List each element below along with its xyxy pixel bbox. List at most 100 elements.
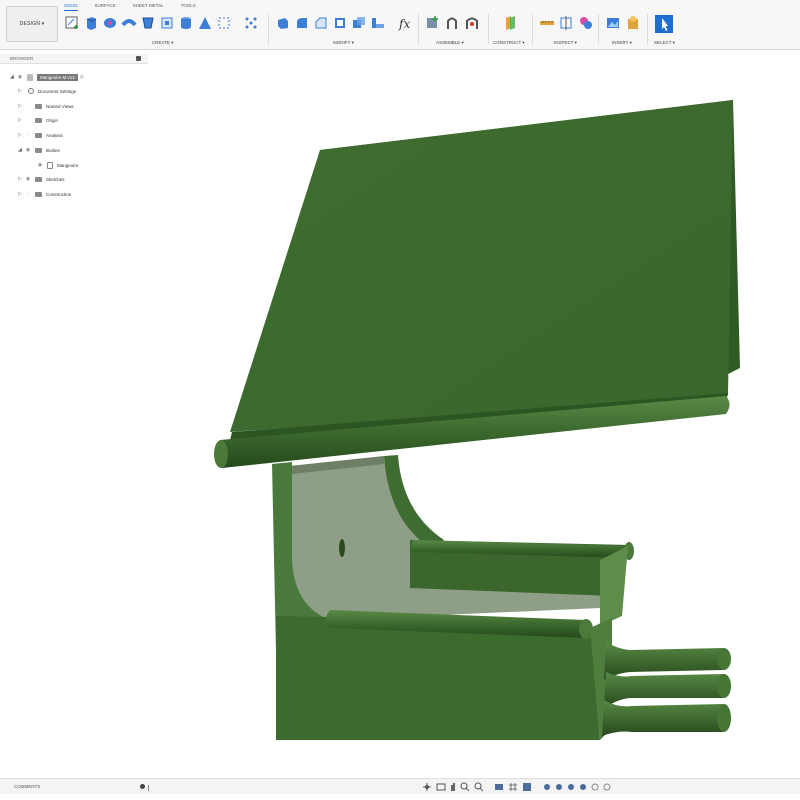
tree-item-construction[interactable]: ▷ ◌ Construction	[18, 189, 71, 199]
tree-item-document-settings[interactable]: ▷ Document Settings	[18, 86, 76, 96]
tree-item-label: Mangeoire	[57, 162, 79, 168]
canvas-viewport[interactable]	[0, 50, 800, 776]
tab-sheet-metal[interactable]: SHEET METAL	[133, 3, 164, 11]
folder-icon	[35, 103, 42, 109]
insert-image-icon[interactable]	[605, 15, 621, 31]
folder-icon	[35, 147, 42, 153]
orbit-icon[interactable]	[422, 782, 432, 792]
grid-snap-icon[interactable]	[508, 782, 518, 792]
document-icon	[27, 73, 33, 81]
display-settings-icon[interactable]	[494, 782, 504, 792]
revolve-icon[interactable]	[102, 15, 118, 31]
extrude-icon[interactable]	[83, 15, 99, 31]
tree-item-label: Construction	[46, 191, 72, 197]
render-dot-6-icon[interactable]	[602, 782, 612, 792]
toolbar: DESIGN ▾ SOLID SURFACE SHEET METAL TOOLS…	[0, 0, 800, 50]
pin-icon[interactable]	[136, 56, 141, 61]
tab-tools[interactable]: TOOLS	[181, 3, 196, 11]
fillet-icon[interactable]	[294, 15, 310, 31]
tree-item-analysis[interactable]: ▷ ◌ Analysis	[18, 130, 63, 140]
folder-icon	[35, 191, 42, 197]
zoom-icon[interactable]	[460, 782, 470, 792]
fusion-window: DESIGN ▾ SOLID SURFACE SHEET METAL TOOLS…	[0, 0, 800, 800]
create-menu[interactable]: CREATE ▾	[152, 40, 173, 46]
render-dot-2-icon[interactable]	[554, 782, 564, 792]
folder-icon	[35, 176, 42, 182]
tree-item-bodies[interactable]: ◢ ◉ Bodies	[18, 145, 60, 155]
construct-menu[interactable]: CONSTRUCT ▾	[493, 40, 525, 46]
root-component-label: Mangeoire M v12	[37, 73, 78, 81]
offset-plane-icon[interactable]	[502, 15, 518, 31]
bounding-box-icon[interactable]	[216, 15, 232, 31]
scale-icon[interactable]	[370, 15, 386, 31]
assemble-menu[interactable]: ASSEMBLE ▾	[436, 40, 464, 46]
separator	[598, 14, 599, 44]
section-analysis-icon[interactable]	[558, 15, 574, 31]
visibility-eye-icon[interactable]: ◉	[16, 74, 24, 80]
perch-pegs	[602, 642, 731, 736]
hidden-eye-icon[interactable]: ◌	[24, 132, 32, 138]
shell-icon[interactable]	[332, 15, 348, 31]
insert-mcmaster-icon[interactable]	[625, 15, 641, 31]
cylinder-icon[interactable]	[178, 15, 194, 31]
separator	[268, 14, 269, 44]
back-support	[290, 455, 600, 620]
select-icon[interactable]	[654, 14, 674, 34]
rib-icon[interactable]	[159, 15, 175, 31]
render-dot-3-icon[interactable]	[566, 782, 576, 792]
tree-item-named-views[interactable]: ▷ Named Views	[18, 101, 74, 111]
pattern-icon[interactable]	[243, 15, 259, 31]
browser-root[interactable]: ◢ ◉ Mangeoire M v12 ◎	[10, 72, 86, 82]
visibility-eye-icon[interactable]	[24, 103, 32, 109]
tree-item-label: Origin	[46, 117, 59, 123]
workspace-switcher[interactable]: DESIGN ▾	[6, 6, 58, 42]
modify-menu[interactable]: MODIFY ▾	[333, 40, 354, 46]
tree-item-sketches[interactable]: ▷ ◉ Sketches	[18, 174, 65, 184]
comments-divider	[148, 785, 149, 791]
joint-icon[interactable]	[444, 15, 460, 31]
visibility-eye-icon[interactable]: ◉	[24, 176, 32, 182]
press-pull-icon[interactable]	[275, 15, 291, 31]
visibility-eye-icon[interactable]: ◉	[36, 162, 44, 168]
separator	[647, 14, 648, 44]
hidden-eye-icon[interactable]: ◌	[24, 117, 32, 123]
hidden-eye-icon[interactable]: ◌	[24, 191, 32, 197]
parameters-icon[interactable]: fx	[397, 15, 413, 31]
pan-icon[interactable]	[448, 782, 458, 792]
select-menu[interactable]: SELECT ▾	[654, 40, 675, 46]
look-at-icon[interactable]	[436, 782, 446, 792]
insert-menu[interactable]: INSERT ▾	[612, 40, 632, 46]
triangle-icon[interactable]	[197, 15, 213, 31]
sweep-icon[interactable]	[121, 15, 137, 31]
activate-radio-icon[interactable]: ◎	[78, 74, 86, 80]
loft-icon[interactable]	[140, 15, 156, 31]
measure-icon[interactable]	[539, 15, 555, 31]
visibility-eye-icon[interactable]: ◉	[24, 147, 32, 153]
new-sketch-icon[interactable]	[64, 15, 80, 31]
body-icon	[47, 161, 53, 169]
chamfer-icon[interactable]	[313, 15, 329, 31]
as-built-joint-icon[interactable]	[464, 15, 480, 31]
render-dot-5-icon[interactable]	[590, 782, 600, 792]
tree-item-origin[interactable]: ▷ ◌ Origin	[18, 115, 58, 125]
tree-item-label: Analysis	[46, 132, 63, 138]
new-component-icon[interactable]	[424, 15, 440, 31]
fit-icon[interactable]	[474, 782, 484, 792]
tree-item-label: Sketches	[46, 176, 65, 182]
zebra-analysis-icon[interactable]	[578, 15, 594, 31]
viewports-icon[interactable]	[522, 782, 532, 792]
render-dot-4-icon[interactable]	[578, 782, 588, 792]
tab-solid[interactable]: SOLID	[64, 3, 78, 11]
render-dot-1-icon[interactable]	[542, 782, 552, 792]
tab-surface[interactable]: SURFACE	[95, 3, 116, 11]
combine-icon[interactable]	[351, 15, 367, 31]
separator	[488, 14, 489, 44]
roof	[230, 100, 740, 440]
expand-arrow-icon[interactable]: ▷	[18, 88, 24, 94]
tree-item-label: Named Views	[46, 103, 74, 109]
inspect-menu[interactable]: INSPECT ▾	[554, 40, 577, 46]
tree-item-body-mangeoire[interactable]: ◉ Mangeoire	[30, 160, 78, 170]
add-comment-icon[interactable]	[140, 784, 145, 789]
toolbar-tabs: SOLID SURFACE SHEET METAL TOOLS	[64, 3, 213, 11]
browser-title: BROWSER	[10, 56, 34, 61]
